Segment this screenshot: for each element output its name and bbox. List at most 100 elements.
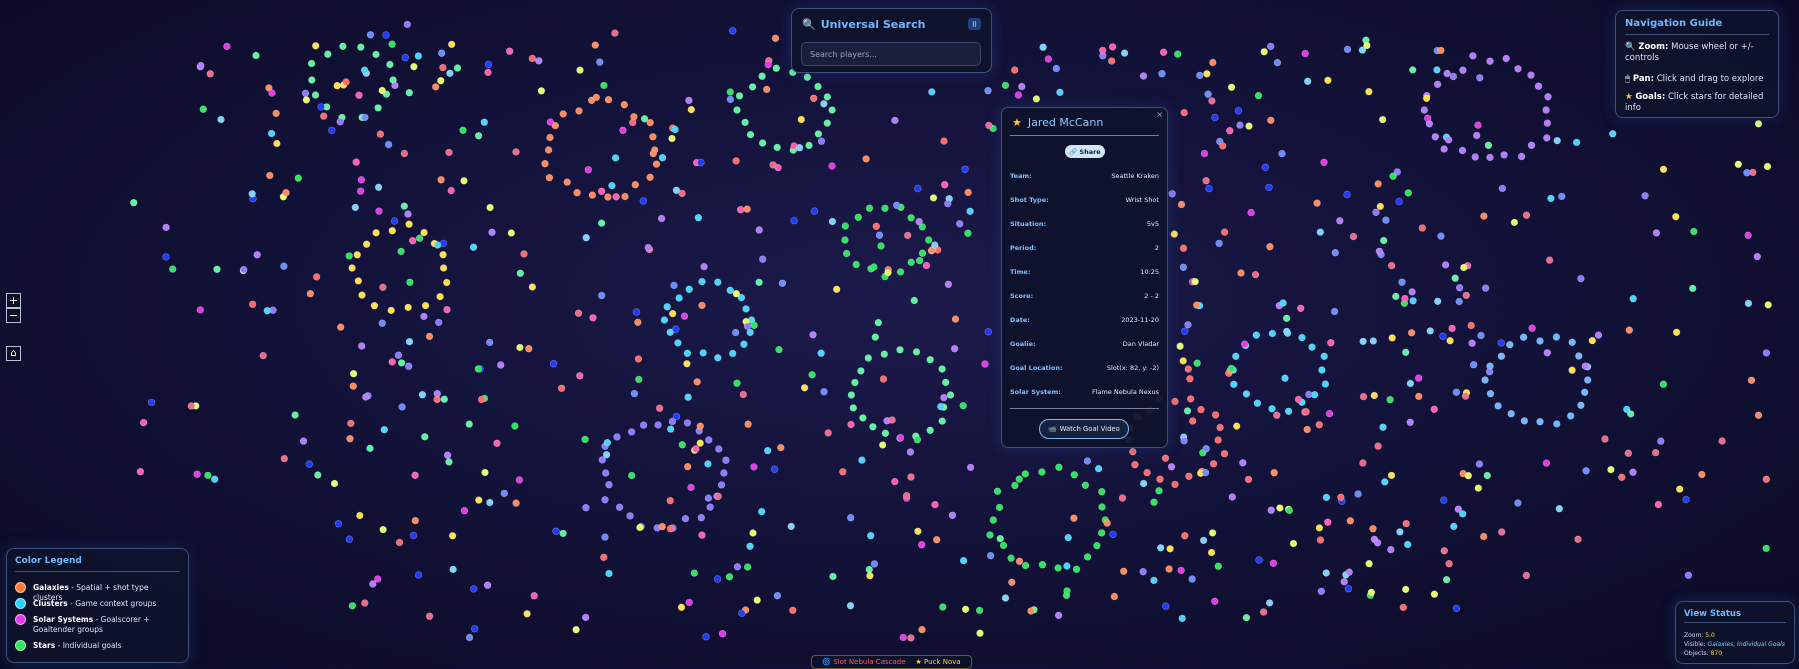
goal-star[interactable] [305, 460, 313, 468]
goal-star[interactable] [605, 481, 613, 489]
goal-star[interactable] [356, 187, 365, 195]
goal-star[interactable] [1446, 337, 1454, 345]
goal-star[interactable] [1455, 297, 1463, 306]
goal-star[interactable] [854, 213, 862, 222]
goal-star[interactable] [1267, 506, 1275, 514]
goal-star[interactable] [447, 186, 455, 195]
goal-star[interactable] [449, 565, 457, 574]
goal-star[interactable] [559, 110, 567, 118]
goal-star[interactable] [440, 395, 448, 403]
goal-star[interactable] [324, 50, 332, 58]
goal-star[interactable] [1399, 603, 1408, 612]
goal-star[interactable] [1181, 531, 1189, 540]
goal-star[interactable] [763, 446, 772, 455]
goal-star[interactable] [248, 300, 257, 308]
goal-star[interactable] [1618, 473, 1626, 481]
goal-star[interactable] [1192, 301, 1201, 309]
goal-star[interactable] [380, 426, 388, 434]
goal-star[interactable] [1359, 459, 1367, 467]
goal-star[interactable] [1345, 568, 1353, 576]
goal-star[interactable] [646, 173, 654, 182]
goal-star[interactable] [758, 255, 767, 263]
goal-star[interactable] [907, 214, 915, 222]
goal-star[interactable] [1313, 199, 1321, 207]
goal-star[interactable] [1244, 475, 1253, 484]
goal-star[interactable] [755, 226, 763, 234]
goal-star[interactable] [658, 154, 667, 162]
goal-star[interactable] [596, 58, 604, 66]
goal-star[interactable] [253, 251, 261, 259]
goal-star[interactable] [1506, 341, 1514, 349]
goal-star[interactable] [1441, 261, 1450, 269]
goal-star[interactable] [937, 402, 945, 411]
goal-star[interactable] [339, 42, 347, 50]
goal-star[interactable] [1044, 55, 1053, 63]
goal-star[interactable] [1038, 560, 1047, 569]
goal-star[interactable] [465, 420, 473, 428]
goal-star[interactable] [809, 94, 818, 103]
goal-star[interactable] [672, 412, 681, 421]
goal-star[interactable] [939, 603, 947, 611]
goal-star[interactable] [334, 520, 343, 528]
goal-star[interactable] [627, 428, 636, 436]
goal-star[interactable] [333, 81, 341, 90]
goal-star[interactable] [439, 251, 447, 259]
goal-star[interactable] [267, 129, 276, 138]
goal-star[interactable] [1536, 337, 1544, 345]
goal-star[interactable] [1534, 82, 1543, 90]
goal-star[interactable] [484, 60, 493, 69]
goal-star[interactable] [493, 439, 501, 447]
goal-star[interactable] [1267, 116, 1275, 125]
goal-star[interactable] [817, 349, 825, 357]
goal-star[interactable] [379, 525, 387, 534]
goal-star[interactable] [879, 375, 888, 383]
goal-star[interactable] [1180, 437, 1188, 445]
goal-star[interactable] [1281, 374, 1289, 382]
goal-star[interactable] [591, 41, 599, 49]
goal-star[interactable] [1349, 232, 1358, 241]
goal-star[interactable] [1574, 535, 1582, 543]
goal-star[interactable] [411, 471, 419, 479]
goal-star[interactable] [448, 40, 456, 49]
goal-star[interactable] [1392, 292, 1400, 301]
goal-star[interactable] [1052, 64, 1061, 73]
goal-star[interactable] [726, 286, 734, 294]
goal-star[interactable] [605, 569, 613, 578]
goal-star[interactable] [733, 106, 741, 114]
goal-star[interactable] [314, 471, 322, 479]
goal-star[interactable] [738, 609, 746, 617]
goal-star[interactable] [443, 451, 452, 459]
goal-star[interactable] [681, 514, 690, 523]
goal-star[interactable] [1203, 70, 1211, 78]
goal-star[interactable] [248, 190, 256, 198]
goal-star[interactable] [1514, 499, 1522, 507]
goal-star[interactable] [400, 202, 408, 210]
goal-star[interactable] [842, 249, 851, 258]
goal-star[interactable] [306, 290, 314, 298]
goal-star[interactable] [888, 416, 896, 424]
goal-star[interactable] [652, 160, 661, 168]
goal-star[interactable] [1325, 409, 1334, 418]
goal-star[interactable] [696, 439, 704, 447]
goal-star[interactable] [601, 533, 609, 541]
goal-star[interactable] [453, 64, 462, 72]
goal-star[interactable] [1459, 66, 1467, 74]
goal-star[interactable] [907, 634, 915, 642]
goal-star[interactable] [1317, 587, 1326, 595]
goal-star[interactable] [559, 529, 567, 538]
goal-star[interactable] [808, 371, 816, 379]
goal-star[interactable] [437, 176, 445, 184]
goal-star[interactable] [268, 89, 276, 97]
goal-star[interactable] [411, 516, 419, 525]
goal-star[interactable] [1343, 190, 1351, 199]
goal-star[interactable] [1143, 468, 1151, 477]
goal-star[interactable] [445, 148, 453, 157]
goal-star[interactable] [846, 513, 855, 522]
goal-star[interactable] [1396, 528, 1404, 536]
goal-star[interactable] [869, 423, 877, 431]
goal-star[interactable] [1321, 380, 1330, 388]
goal-star[interactable] [1118, 494, 1127, 502]
goal-star[interactable] [1150, 498, 1158, 506]
goal-star[interactable] [1408, 288, 1416, 296]
goal-star[interactable] [1110, 592, 1119, 601]
